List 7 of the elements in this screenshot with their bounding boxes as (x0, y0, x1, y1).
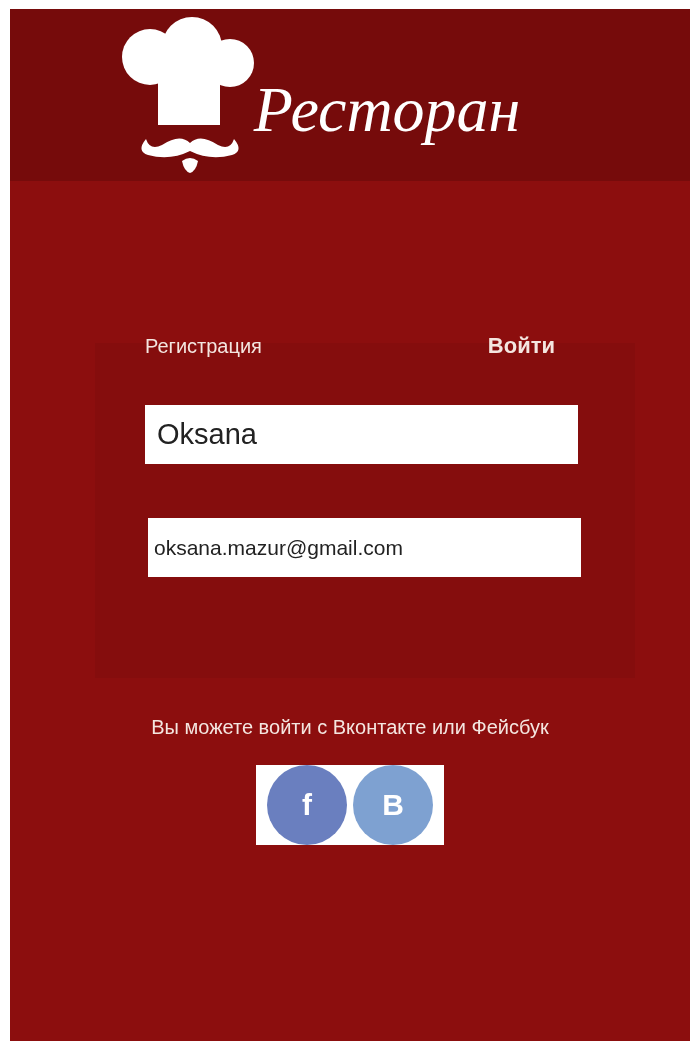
social-login-button[interactable]: f (267, 765, 347, 845)
tab[interactable]: Войти (487, 329, 555, 363)
name-field[interactable]: Oksana (145, 405, 578, 464)
social-login-text: Вы можете войти с Вконтакте или Фейсбук (150, 715, 550, 740)
logo-text: Ресторан (253, 73, 521, 147)
email-field[interactable]: oksana.mazur@gmail.com (148, 518, 581, 577)
tab[interactable]: Регистрация (145, 329, 262, 363)
